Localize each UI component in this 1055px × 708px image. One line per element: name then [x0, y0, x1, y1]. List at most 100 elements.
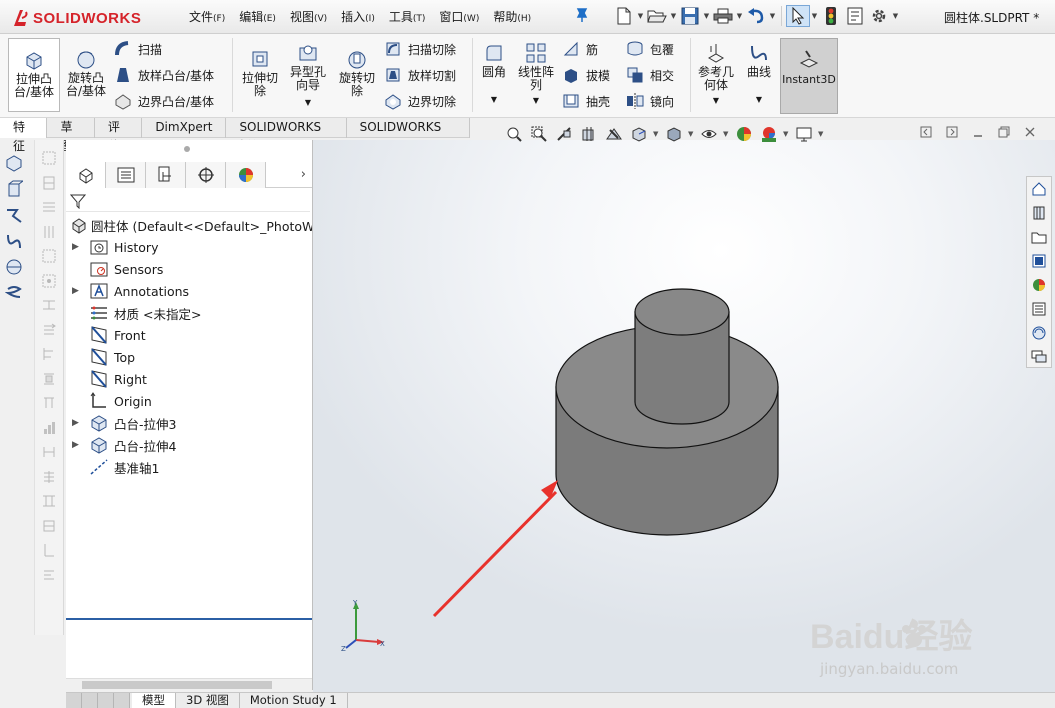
tool-icon[interactable]: [35, 146, 63, 171]
custom-properties-icon[interactable]: [1027, 297, 1051, 321]
sketch-tool-icon[interactable]: [0, 202, 28, 228]
extrude-cut-button[interactable]: 拉伸切 除: [238, 48, 282, 98]
undo-icon[interactable]: [744, 5, 768, 27]
tab-features[interactable]: 特征: [0, 118, 48, 153]
fillet-button[interactable]: 圆角 ▼: [478, 42, 510, 106]
extrude-boss-button[interactable]: 拉伸凸 台/基体: [8, 38, 60, 112]
zoom-area-icon[interactable]: [528, 123, 550, 145]
tool-icon[interactable]: [35, 416, 63, 441]
curves-button[interactable]: 曲线 ▼: [742, 42, 776, 106]
file-properties-icon[interactable]: [843, 5, 867, 27]
wrap-button[interactable]: 包覆: [626, 38, 674, 60]
appearances-icon[interactable]: [1027, 273, 1051, 297]
tree-item-history[interactable]: ▶ History: [66, 236, 312, 258]
sweep-button[interactable]: 扫描: [114, 38, 162, 60]
tab-evaluate[interactable]: 评估: [95, 118, 143, 153]
intersect-button[interactable]: 相交: [626, 64, 674, 86]
mirror-button[interactable]: 镜向: [626, 90, 674, 112]
tool-icon[interactable]: [35, 318, 63, 343]
hole-wizard-dropdown-icon[interactable]: ▼: [305, 96, 311, 109]
menu-insert[interactable]: 插入(I): [334, 8, 382, 26]
tree-root-part[interactable]: 圆柱体 (Default<<Default>_PhotoWorks: [66, 214, 340, 236]
previous-view-icon[interactable]: [553, 123, 575, 145]
expand-arrow-icon[interactable]: ▶: [72, 242, 79, 252]
apply-scene-icon[interactable]: [758, 123, 780, 145]
expand-arrow-icon[interactable]: ▶: [72, 286, 79, 296]
tree-item-boss-extrude4[interactable]: ▶ 凸台-拉伸4: [66, 434, 312, 456]
tab-addins[interactable]: SOLIDWORKS 插件: [226, 118, 347, 153]
new-dropdown-icon[interactable]: ▼: [636, 5, 645, 27]
select-dropdown-icon[interactable]: ▼: [810, 5, 819, 27]
solidworks-resources-icon[interactable]: [1027, 321, 1051, 345]
display-manager-tab-icon[interactable]: [226, 162, 266, 188]
property-manager-tab-icon[interactable]: [106, 162, 146, 188]
tool-icon[interactable]: [35, 195, 63, 220]
tool-icon[interactable]: [35, 538, 63, 563]
scroll-thumb[interactable]: [82, 681, 272, 689]
tool-icon[interactable]: [35, 171, 63, 196]
view-orientation-dropdown-icon[interactable]: ▼: [653, 130, 660, 138]
tree-item-axis1[interactable]: 基准轴1: [66, 456, 312, 478]
home-icon[interactable]: [1027, 177, 1051, 201]
undo-dropdown-icon[interactable]: ▼: [768, 5, 777, 27]
curve-tool-icon[interactable]: [0, 228, 28, 254]
feature-tree-tab-icon[interactable]: [66, 162, 106, 188]
draft-button[interactable]: 拔模: [562, 64, 610, 86]
ref-geometry-dropdown-icon[interactable]: ▼: [713, 94, 719, 107]
collapse-right-icon[interactable]: [946, 126, 958, 138]
revolve-cut-button[interactable]: 旋转切 除: [334, 48, 380, 98]
fillet-dropdown-icon[interactable]: ▼: [491, 93, 497, 106]
options-dropdown-icon[interactable]: ▼: [891, 5, 900, 27]
tool-icon[interactable]: [35, 269, 63, 294]
close-icon[interactable]: [1024, 126, 1036, 138]
tool-icon[interactable]: [35, 244, 63, 269]
tree-item-annotations[interactable]: ▶ Annotations: [66, 280, 312, 302]
view-settings-dropdown-icon[interactable]: ▼: [818, 130, 825, 138]
next-tab-icon[interactable]: [98, 693, 114, 708]
solidworks-logo[interactable]: SOLIDWORKS: [12, 6, 141, 30]
menu-tools[interactable]: 工具(T): [382, 8, 433, 26]
panel-grip-icon[interactable]: [184, 146, 190, 152]
tabs-more-icon[interactable]: ›: [301, 167, 306, 182]
view-palette-icon[interactable]: [1027, 249, 1051, 273]
tree-item-boss-extrude3[interactable]: ▶ 凸台-拉伸3: [66, 412, 312, 434]
helix-tool-icon[interactable]: [0, 280, 28, 306]
tree-filter[interactable]: [66, 190, 310, 212]
tree-item-sensors[interactable]: Sensors: [66, 258, 312, 280]
swept-cut-button[interactable]: 扫描切除: [384, 38, 456, 60]
boss-cylinder-top-face[interactable]: [634, 288, 730, 336]
tab-3d-views[interactable]: 3D 视图: [176, 693, 240, 708]
tool-icon[interactable]: [35, 563, 63, 588]
select-arrow-icon[interactable]: [786, 5, 810, 27]
tab-dimxpert[interactable]: DimXpert: [142, 118, 227, 138]
instant3d-button[interactable]: Instant3D: [780, 38, 838, 114]
surface-tool-icon[interactable]: [0, 254, 28, 280]
reference-geometry-button[interactable]: 参考几 何体 ▼: [694, 42, 738, 107]
section-view-icon[interactable]: [578, 123, 600, 145]
part-view-icon[interactable]: [0, 150, 28, 176]
expand-arrow-icon[interactable]: ▶: [72, 418, 79, 428]
tree-item-material[interactable]: 材质 <未指定>: [66, 302, 312, 324]
dimxpert-manager-tab-icon[interactable]: [186, 162, 226, 188]
view-settings-icon[interactable]: [793, 123, 815, 145]
tree-item-top-plane[interactable]: Top: [66, 346, 312, 368]
file-explorer-icon[interactable]: [1027, 225, 1051, 249]
pin-menu-icon[interactable]: [575, 7, 589, 25]
previous-tab-icon[interactable]: [82, 693, 98, 708]
restore-icon[interactable]: [998, 126, 1010, 138]
shell-button[interactable]: 抽壳: [562, 90, 610, 112]
zoom-to-fit-icon[interactable]: [503, 123, 525, 145]
menu-file[interactable]: 文件(F): [182, 8, 232, 26]
last-tab-icon[interactable]: [114, 693, 130, 708]
design-library-icon[interactable]: [1027, 201, 1051, 225]
tool-icon[interactable]: [35, 342, 63, 367]
tool-icon[interactable]: [35, 440, 63, 465]
options-gear-icon[interactable]: [867, 5, 891, 27]
tab-sketch[interactable]: 草图: [47, 118, 95, 153]
menu-edit[interactable]: 编辑(E): [232, 8, 283, 26]
loft-boss-button[interactable]: 放样凸台/基体: [114, 64, 214, 86]
minimize-icon[interactable]: [972, 126, 984, 138]
configuration-manager-tab-icon[interactable]: [146, 162, 186, 188]
menu-help[interactable]: 帮助(H): [486, 8, 538, 26]
tab-mbd[interactable]: SOLIDWORKS MBD: [347, 118, 471, 153]
